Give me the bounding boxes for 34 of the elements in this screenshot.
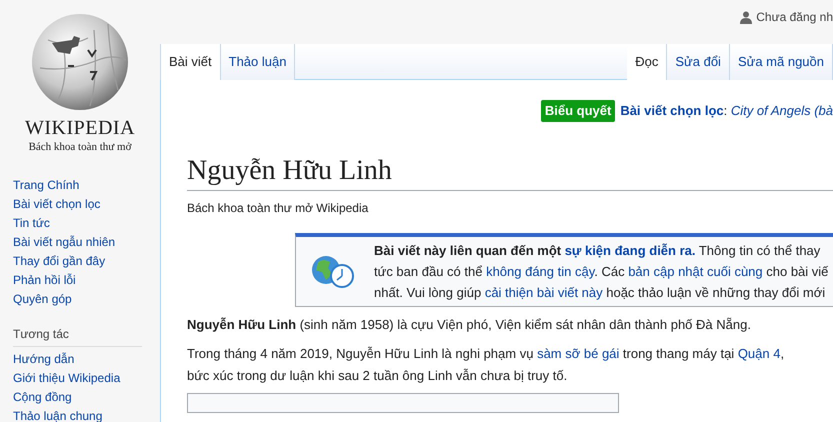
sidebar-link[interactable]: Giới thiệu Wikipedia [13, 369, 160, 388]
sidebar-link[interactable]: Phản hồi lỗi [13, 271, 160, 290]
article-paragraph: Trong tháng 4 năm 2019, Nguyễn Hữu Linh là nghi phạm vụ sàm sỡ bé gái trong thang máy tại Quận 4, bức xúc trong dư luận khi sau 2 tuần ông Linh vẫn chưa bị truy tố. [187, 344, 786, 385]
user-icon [740, 10, 752, 24]
page-subtitle: Bách khoa toàn thư mở Wikipedia [187, 200, 370, 216]
text-link[interactable]: cải thiện bài viết này [484, 284, 603, 300]
page-tab[interactable]: Sửa mã nguồn [730, 44, 833, 80]
article-paragraph: Nguyễn Hữu Linh (sinh năm 1958) là cựu Viện phó, Viện kiểm sát nhân dân thành phố Đà Nẵng. [187, 316, 752, 334]
vote-badge: Biểu quyết [540, 100, 616, 122]
sidebar-link[interactable]: Thay đổi gần đây [13, 252, 160, 271]
text-link[interactable]: Quận 4 [738, 346, 780, 360]
sidebar-heading: Tương tác [13, 325, 142, 347]
page-tab[interactable]: Bài viết [161, 44, 221, 80]
sidebar-link[interactable]: Cộng đồng [13, 388, 160, 407]
featured-article-note: Bài viết chọn lọc: City of Angels (bà [620, 102, 833, 120]
user-link[interactable]: Chưa đăng nh [740, 8, 833, 26]
page-tab[interactable]: Thảo luận [220, 44, 296, 80]
sidebar-link[interactable]: Bài viết chọn lọc [13, 195, 160, 214]
text-link[interactable]: bản cập nhật cuối cùng [628, 264, 763, 278]
page-tab[interactable]: Sửa đổi [667, 44, 730, 80]
page-heading: Nguyễn Hữu Linh [187, 154, 833, 190]
sidebar-link[interactable]: Bài viết ngẫu nhiên [13, 233, 160, 252]
sidebar-link[interactable]: Quyên góp [13, 290, 160, 309]
notice-text: Bài viết này liên quan đến một sự kiện đang diễn ra. Thông tin có thể thay tức ban đầu có thể không đáng tin cậy. Các bản cập nhật cuối cùng cho bài viế nhất. Vui lòng giúp cải thiện bài viết này hoặc thảo luận về những thay đổi mới [374, 242, 828, 302]
text-link[interactable]: sự kiện đang diễn ra. [564, 242, 696, 258]
text-link[interactable]: không đáng tin cậy [486, 264, 594, 278]
sidebar-link[interactable]: Tin tức [13, 214, 160, 233]
page-tab[interactable]: Đọc [627, 44, 668, 80]
sidebar-link[interactable]: Trang Chính [13, 176, 160, 195]
sidebar-link[interactable]: Hướng dẫn [13, 350, 160, 369]
globe-clock-icon [312, 254, 354, 288]
logo-tagline: Bách khoa toàn thư mở [28, 140, 132, 154]
wikipedia-wordmark: WIKIPEDIA [24, 116, 136, 140]
text-link[interactable]: sàm sỡ bé gái [537, 346, 620, 360]
